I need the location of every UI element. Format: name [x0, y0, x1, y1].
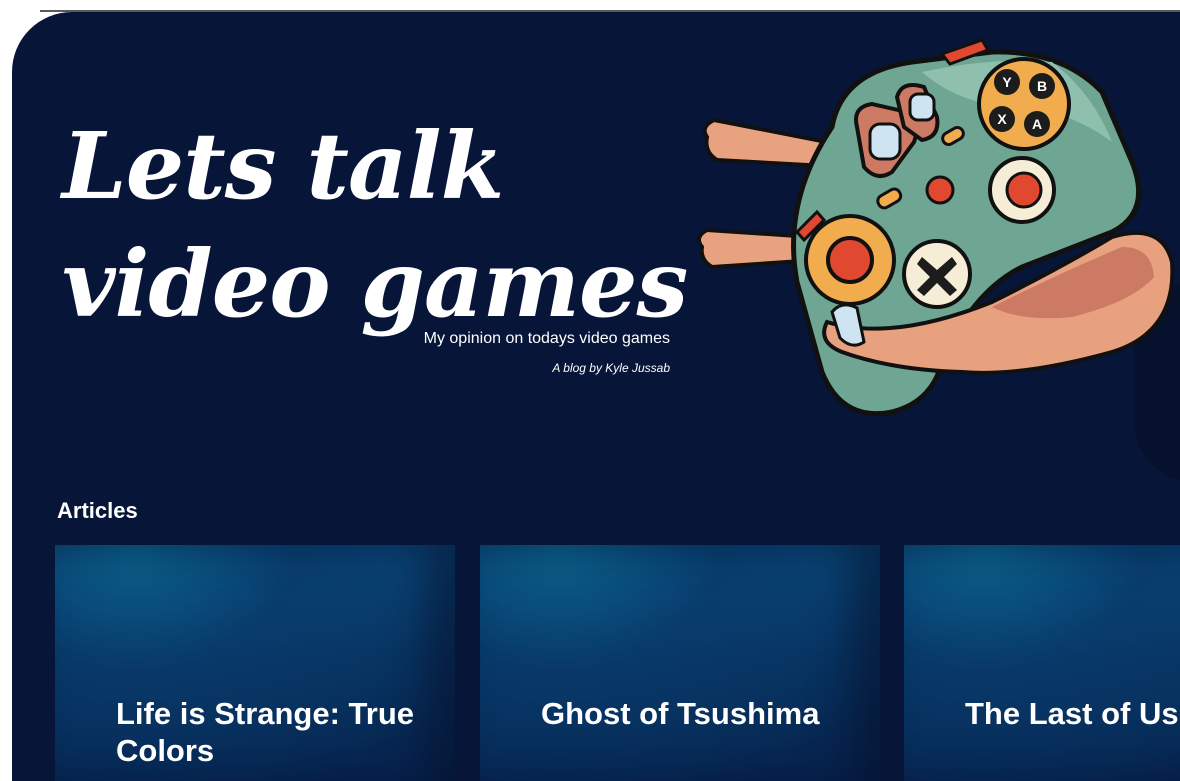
- button-b-label: B: [1037, 78, 1047, 94]
- button-y-label: Y: [1002, 74, 1012, 90]
- article-title[interactable]: Ghost of Tsushima: [541, 695, 861, 732]
- articles-heading: Articles: [57, 498, 138, 523]
- article-card-the-last-of-us[interactable]: The Last of Us Part II: [904, 545, 1180, 781]
- article-title[interactable]: The Last of Us Part II: [965, 695, 1180, 732]
- hero-title: Lets talk video games: [62, 112, 688, 338]
- hero-subtitle: My opinion on todays video games: [423, 330, 670, 347]
- article-card-ghost-of-tsushima[interactable]: Ghost of Tsushima: [480, 545, 880, 781]
- page-frame: Lets talk video games My opinion on toda…: [12, 12, 1180, 781]
- article-title[interactable]: Life is Strange: True Colors: [116, 695, 436, 769]
- button-a-label: A: [1032, 116, 1042, 132]
- hero-byline: A blog by Kyle Jussab: [552, 361, 670, 375]
- button-x-label: X: [997, 111, 1007, 127]
- article-card-life-is-strange[interactable]: Life is Strange: True Colors: [55, 545, 455, 781]
- game-controller-in-hand-icon: Y B X A: [696, 38, 1175, 417]
